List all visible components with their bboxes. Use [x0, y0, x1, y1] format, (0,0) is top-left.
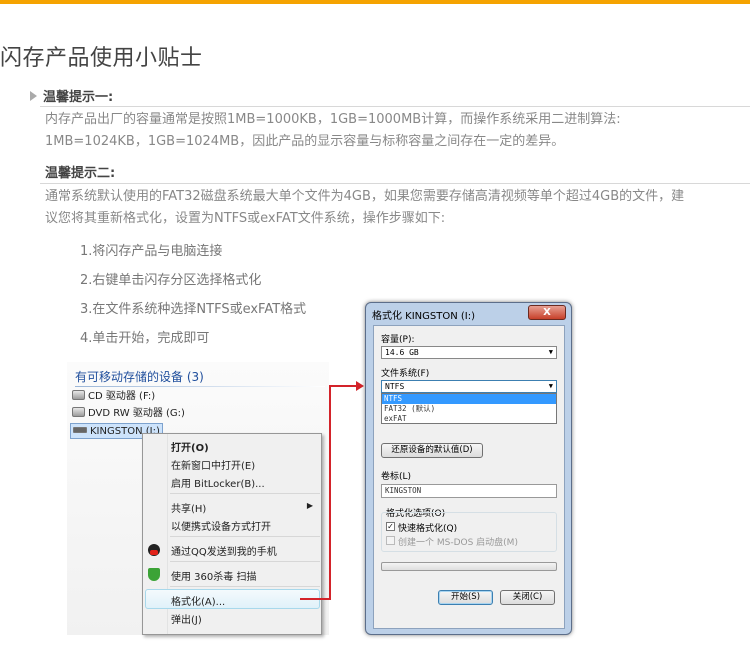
qq-penguin-icon: [148, 544, 160, 556]
start-button[interactable]: 开始(S): [438, 590, 493, 605]
tip-1-line-2: 1MB=1024KB，1GB=1024MB，因此产品的显示容量与标称容量之间存在…: [45, 134, 565, 149]
step-1: 1.将闪存产品与电脑连接: [80, 244, 223, 259]
filesystem-dropdown: NTFS FAT32 (默认) exFAT: [381, 393, 557, 424]
filesystem-value: NTFS: [385, 382, 405, 391]
tip-1-body: 内存产品出厂的容量通常是按照1MB=1000KB，1GB=1000MB计算，而操…: [45, 109, 750, 153]
connector-line: [329, 385, 357, 387]
quick-format-checkbox[interactable]: ✓: [386, 522, 395, 531]
menu-share[interactable]: 共享(H): [171, 500, 206, 515]
volume-input[interactable]: KINGSTON: [381, 484, 557, 498]
submenu-arrow-icon: ▶: [306, 501, 313, 510]
top-accent-bar: [0, 0, 750, 4]
connector-line: [300, 598, 331, 600]
drive-dvd[interactable]: DVD RW 驱动器 (G:): [72, 406, 185, 422]
menu-eject[interactable]: 弹出(J): [171, 611, 202, 626]
capacity-select[interactable]: 14.6 GB ▼: [381, 346, 557, 359]
page-title: 闪存产品使用小贴士: [0, 46, 203, 71]
menu-open-new-window[interactable]: 在新窗口中打开(E): [171, 457, 255, 472]
tip-2-divider: [40, 183, 750, 184]
section-divider: [75, 386, 325, 387]
filesystem-select[interactable]: NTFS ▼: [381, 380, 557, 393]
volume-label: 卷标(L): [381, 472, 412, 482]
chevron-down-icon: ▼: [548, 348, 553, 356]
tip-2-body: 通常系统默认使用的FAT32磁盘系统最大单个文件为4GB，如果您需要存储高清视频…: [45, 186, 750, 230]
menu-separator: [170, 586, 320, 587]
step-3: 3.在文件系统种选择NTFS或exFAT格式: [80, 302, 307, 317]
capacity-value: 14.6 GB: [385, 348, 419, 357]
dialog-title: 格式化 KINGSTON (I:): [372, 311, 476, 322]
step-2: 2.右键单击闪存分区选择格式化: [80, 273, 262, 288]
tip-1-line-1: 内存产品出厂的容量通常是按照1MB=1000KB，1GB=1000MB计算，而操…: [45, 112, 621, 127]
filesystem-option[interactable]: exFAT: [382, 414, 556, 424]
format-progress-bar: [381, 562, 557, 571]
close-icon[interactable]: X: [528, 305, 566, 320]
filesystem-option[interactable]: FAT32 (默认): [382, 404, 556, 414]
msdos-checkbox[interactable]: [386, 536, 395, 545]
filesystem-option[interactable]: NTFS: [382, 394, 556, 404]
drive-cd[interactable]: CD 驱动器 (F:): [72, 389, 155, 405]
drive-label: CD 驱动器 (F:): [88, 391, 156, 402]
chevron-down-icon: ▼: [548, 382, 553, 390]
shield-360-icon: [148, 568, 160, 581]
dvd-drive-icon: [72, 407, 85, 417]
cd-drive-icon: [72, 390, 85, 400]
menu-bitlocker[interactable]: 启用 BitLocker(B)...: [171, 475, 265, 490]
tip-2-line-1: 通常系统默认使用的FAT32磁盘系统最大单个文件为4GB，如果您需要存储高清视频…: [45, 189, 685, 204]
tip-2-line-2: 议您将其重新格式化，设置为NTFS或exFAT文件系统，操作步骤如下:: [45, 211, 446, 226]
quick-format-label: 快速格式化(Q): [398, 524, 458, 534]
drive-label: DVD RW 驱动器 (G:): [88, 408, 185, 419]
capacity-label: 容量(P):: [381, 335, 415, 345]
tip-1-divider: [40, 106, 750, 107]
triangle-bullet-icon: [30, 91, 37, 101]
menu-separator: [170, 561, 320, 562]
menu-portable-device[interactable]: 以便携式设备方式打开: [171, 518, 271, 533]
context-menu: 打开(O) 在新窗口中打开(E) 启用 BitLocker(B)... 共享(H…: [142, 433, 322, 635]
step-4: 4.单击开始，完成即可: [80, 331, 210, 346]
tip-1-heading: 温馨提示一:: [30, 86, 113, 105]
menu-open[interactable]: 打开(O): [171, 439, 209, 454]
menu-separator: [170, 536, 320, 537]
red-arrow-icon: [356, 381, 364, 391]
restore-defaults-button[interactable]: 还原设备的默认值(D): [381, 443, 483, 458]
menu-separator: [170, 493, 320, 494]
menu-360-scan[interactable]: 使用 360杀毒 扫描: [171, 568, 256, 583]
msdos-label: 创建一个 MS-DOS 启动盘(M): [398, 538, 518, 548]
menu-format[interactable]: 格式化(A)...: [171, 593, 225, 608]
usb-drive-icon: [73, 427, 87, 433]
connector-line: [329, 386, 331, 600]
tip-1-heading-text: 温馨提示一:: [43, 90, 114, 105]
filesystem-label: 文件系统(F): [381, 369, 430, 379]
menu-send-qq[interactable]: 通过QQ发送到我的手机: [171, 543, 277, 558]
removable-devices-header: 有可移动存储的设备 (3): [75, 370, 204, 384]
tip-2-heading: 温馨提示二:: [45, 166, 116, 181]
close-button[interactable]: 关闭(C): [500, 590, 555, 605]
